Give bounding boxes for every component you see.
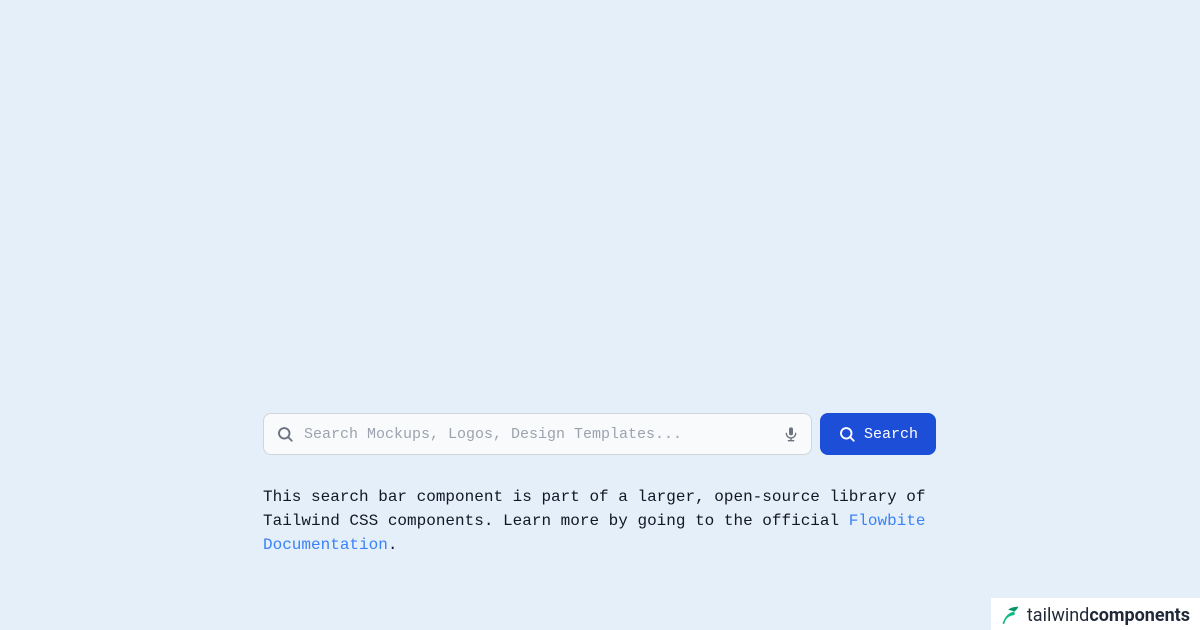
leaf-icon: [999, 604, 1021, 626]
search-icon: [838, 425, 856, 443]
search-icon: [276, 425, 294, 443]
search-row: Search: [263, 413, 936, 455]
brand-second: components: [1089, 605, 1190, 626]
search-section: Search This search bar component is part…: [263, 413, 936, 557]
microphone-icon[interactable]: [783, 426, 799, 442]
search-button[interactable]: Search: [820, 413, 936, 455]
description-before: This search bar component is part of a l…: [263, 488, 926, 530]
search-input[interactable]: [304, 426, 783, 443]
footer-brand[interactable]: tailwindcomponents: [991, 598, 1200, 630]
description-text: This search bar component is part of a l…: [263, 485, 936, 557]
footer-brand-text: tailwindcomponents: [1027, 605, 1190, 626]
description-after: .: [388, 536, 398, 554]
search-button-label: Search: [864, 426, 918, 443]
search-input-wrapper[interactable]: [263, 413, 812, 455]
brand-first: tailwind: [1027, 605, 1089, 626]
